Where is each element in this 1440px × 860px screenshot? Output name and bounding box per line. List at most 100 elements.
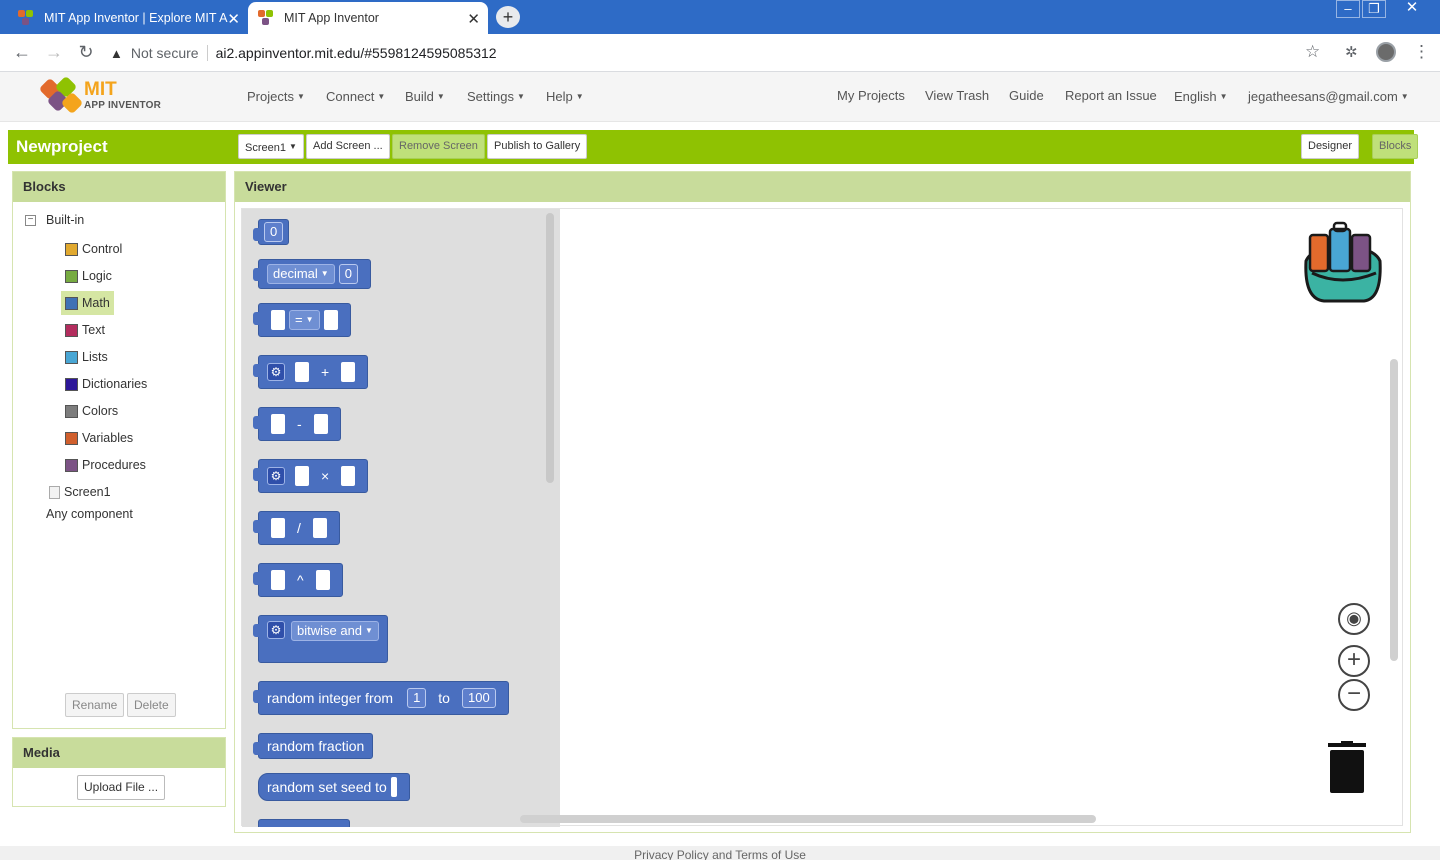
any-component-node[interactable]: Any component — [46, 504, 133, 524]
mutator-gear-icon[interactable]: ⚙ — [267, 467, 285, 485]
browser-menu-icon[interactable]: ⋮ — [1413, 42, 1430, 62]
random-seed-block[interactable]: random set seed to — [258, 773, 410, 801]
caret-down-icon: ▼ — [296, 92, 305, 101]
footer-privacy-link[interactable]: Privacy Policy and Terms of Use — [0, 846, 1440, 860]
blocks-panel: Blocks − Built-in Control Logic Math Tex… — [12, 171, 226, 729]
mutator-gear-icon[interactable]: ⚙ — [267, 621, 285, 639]
number-block[interactable]: 0 — [253, 219, 290, 245]
link-view-trash[interactable]: View Trash — [925, 88, 989, 103]
category-colors[interactable]: Colors — [65, 401, 118, 421]
restore-icon[interactable]: ❐ — [1362, 0, 1386, 18]
blocks-workspace[interactable]: 0 decimal ▼ 0 = ▼ ⚙ + - ⚙ × / ^ ⚙ bitwis… — [241, 208, 1403, 827]
screen-select[interactable]: Screen1 ▼ — [238, 134, 304, 159]
link-report-issue[interactable]: Report an Issue — [1065, 88, 1157, 103]
designer-button[interactable]: Designer — [1301, 134, 1360, 159]
menu-language[interactable]: English ▼ — [1174, 89, 1228, 104]
procedures-swatch-icon — [65, 458, 78, 472]
browser-tab-explore[interactable]: MIT App Inventor | Explore MIT A ✕ — [8, 2, 248, 34]
dictionaries-swatch-icon — [65, 377, 78, 391]
bitwise-dropdown[interactable]: bitwise and ▼ — [291, 621, 379, 641]
bitwise-block[interactable]: ⚙ bitwise and ▼ — [253, 615, 388, 663]
project-toolbar: Newproject Screen1 ▼ Add Screen ... Remov… — [8, 130, 1419, 164]
multiply-block[interactable]: ⚙ × — [253, 459, 369, 493]
menu-connect[interactable]: Connect ▼ — [326, 89, 385, 104]
subtract-block[interactable]: - — [253, 407, 341, 441]
compare-block[interactable]: = ▼ — [253, 303, 351, 337]
menu-build[interactable]: Build ▼ — [405, 89, 445, 104]
add-block[interactable]: ⚙ + — [253, 355, 369, 389]
category-logic[interactable]: Logic — [65, 266, 112, 286]
screen1-node[interactable]: Screen1 — [49, 482, 111, 502]
project-name: Newproject — [16, 137, 108, 156]
url-field[interactable]: ▲ Not secure ai2.appinventor.mit.edu/#55… — [110, 39, 1340, 67]
publish-gallery-button[interactable]: Publish to Gallery — [487, 134, 588, 159]
decimal-block[interactable]: decimal ▼ 0 — [253, 259, 371, 289]
tab-title: MIT App Inventor — [284, 11, 379, 25]
link-guide[interactable]: Guide — [1009, 88, 1044, 103]
caret-down-icon: ▼ — [320, 269, 329, 278]
profile-avatar[interactable] — [1376, 42, 1396, 62]
minimize-icon[interactable]: – — [1336, 0, 1360, 18]
upload-file-button[interactable]: Upload File ... — [77, 775, 166, 800]
category-lists[interactable]: Lists — [65, 347, 108, 367]
builtin-node[interactable]: − Built-in — [25, 210, 84, 230]
power-block[interactable]: ^ — [253, 563, 343, 597]
trash-icon[interactable] — [1328, 741, 1366, 793]
caret-down-icon: ▼ — [1219, 92, 1228, 101]
control-swatch-icon — [65, 242, 78, 256]
remove-screen-button[interactable]: Remove Screen — [392, 134, 485, 159]
menu-projects[interactable]: Projects ▼ — [247, 89, 305, 104]
category-text[interactable]: Text — [65, 320, 105, 340]
back-icon[interactable]: ← — [10, 42, 34, 63]
workspace-horizontal-scrollbar[interactable] — [520, 815, 1096, 823]
menu-account[interactable]: jegatheesans@gmail.com ▼ — [1248, 89, 1409, 104]
blocks-panel-title: Blocks — [13, 172, 225, 202]
logo-subtitle: APP INVENTOR — [84, 100, 162, 111]
category-variables[interactable]: Variables — [65, 428, 133, 448]
close-window-icon[interactable]: ✕ — [1400, 0, 1424, 18]
collapse-icon[interactable]: − — [25, 214, 36, 226]
new-tab-button[interactable]: + — [496, 6, 520, 28]
reload-icon[interactable]: ↻ — [74, 42, 98, 63]
close-tab-icon[interactable]: ✕ — [467, 10, 480, 28]
caret-down-icon: ▼ — [516, 92, 525, 101]
variables-swatch-icon — [65, 431, 78, 445]
menu-settings[interactable]: Settings ▼ — [467, 89, 525, 104]
divide-block[interactable]: / — [253, 511, 340, 545]
category-math[interactable]: Math — [61, 291, 114, 315]
bookmark-star-icon[interactable]: ☆ — [1305, 42, 1320, 62]
colors-swatch-icon — [65, 404, 78, 418]
random-fraction-block[interactable]: random fraction — [253, 733, 374, 759]
recenter-icon[interactable]: ◉ — [1338, 603, 1370, 635]
random-integer-block[interactable]: random integer from 1 to 100 — [253, 681, 509, 715]
link-my-projects[interactable]: My Projects — [837, 88, 905, 103]
browser-tab-app-inventor[interactable]: MIT App Inventor ✕ — [248, 2, 488, 34]
blocks-button[interactable]: Blocks — [1372, 134, 1419, 159]
menu-help[interactable]: Help ▼ — [546, 89, 584, 104]
category-dictionaries[interactable]: Dictionaries — [65, 374, 147, 394]
zoom-in-icon[interactable]: + — [1338, 645, 1370, 677]
rename-button[interactable]: Rename — [65, 693, 125, 717]
workspace-vertical-scrollbar[interactable] — [1390, 359, 1398, 661]
close-tab-icon[interactable]: ✕ — [227, 10, 240, 28]
text-swatch-icon — [65, 323, 78, 337]
caret-down-icon: ▼ — [305, 315, 314, 324]
decimal-dropdown[interactable]: decimal ▼ — [267, 264, 335, 284]
category-procedures[interactable]: Procedures — [65, 455, 146, 475]
zoom-out-icon[interactable]: − — [1338, 679, 1370, 711]
extensions-icon[interactable]: ✲ — [1345, 43, 1358, 61]
media-panel: Media Upload File ... — [12, 737, 226, 807]
partial-block[interactable] — [258, 819, 350, 827]
delete-button[interactable]: Delete — [127, 693, 176, 717]
add-screen-button[interactable]: Add Screen ... — [306, 134, 390, 159]
category-control[interactable]: Control — [65, 239, 122, 259]
browser-tab-bar: MIT App Inventor | Explore MIT A ✕ MIT A… — [0, 0, 1440, 34]
mutator-gear-icon[interactable]: ⚙ — [267, 363, 285, 381]
logic-swatch-icon — [65, 269, 78, 283]
backpack-icon[interactable] — [1294, 221, 1388, 305]
mit-app-inventor-logo[interactable]: MIT APP INVENTOR — [36, 75, 166, 117]
flyout-scrollbar[interactable] — [546, 213, 554, 483]
caret-down-icon: ▼ — [377, 92, 386, 101]
compare-dropdown[interactable]: = ▼ — [289, 310, 320, 330]
forward-icon[interactable]: → — [42, 42, 66, 63]
